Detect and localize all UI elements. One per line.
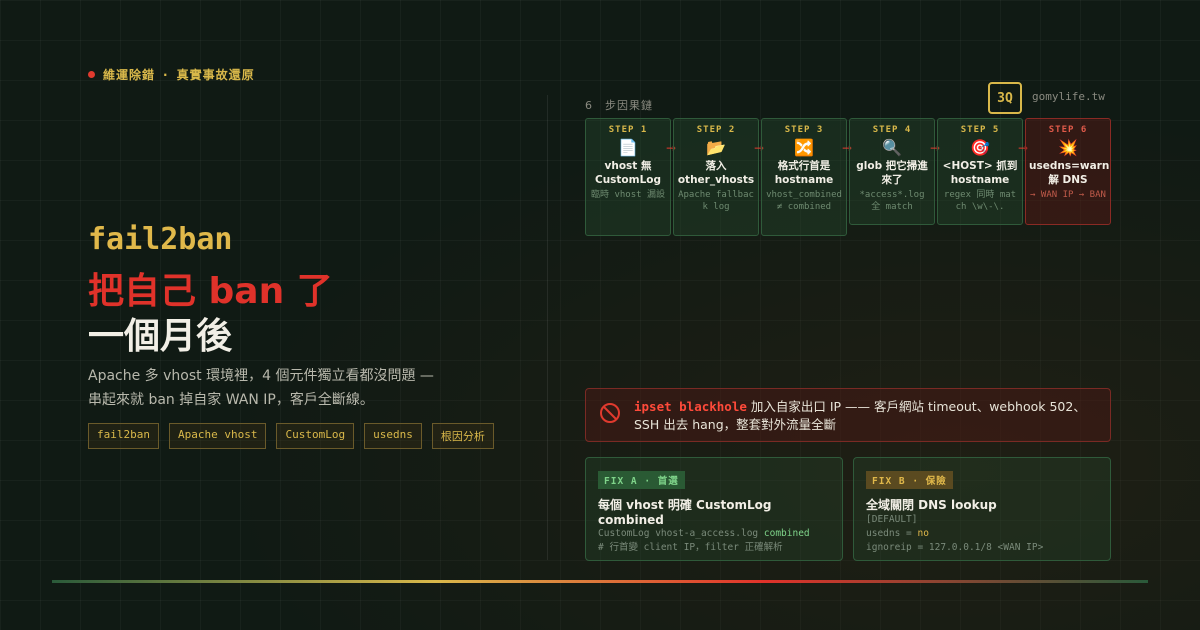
fix-a-code-line: CustomLog vhost-a_access.log combined — [598, 527, 830, 541]
fix-b-title: 全域關閉 DNS lookup — [866, 498, 997, 512]
title-line-3: 一個月後 — [88, 316, 233, 357]
steps-label: 6 步因果鏈 — [585, 99, 653, 112]
step-card-5: STEP 5 🎯 <HOST> 抓到 hostname regex 同時 mat… — [937, 118, 1023, 225]
fix-b-tag: FIX B · 保險 — [866, 471, 953, 489]
shuffle-icon: 🔀 — [794, 138, 814, 157]
red-dot-icon — [88, 71, 95, 78]
folder-icon: 📂 — [706, 138, 726, 157]
brand-site: gomylife.tw — [1032, 90, 1105, 103]
step-card-1: STEP 1 📄 vhost 無 CustomLog 臨時 vhost 漏設 — [585, 118, 671, 236]
step-subtitle: Apache fallback log — [678, 190, 754, 212]
step-title: 落入 other_vhosts — [677, 160, 755, 186]
bottom-gradient-bar — [52, 580, 1148, 583]
step-subtitle: → WAN IP → BAN — [1030, 190, 1106, 200]
code-highlight: combined — [763, 528, 810, 539]
fix-a-comment: # 行首變 client IP，filter 正確解析 — [598, 542, 783, 553]
eyebrow: 維運除錯 · 真實事故還原 — [88, 66, 255, 83]
step-title: <HOST> 抓到 hostname — [942, 160, 1018, 186]
step-subtitle: *access*.log 全 match — [859, 190, 925, 212]
step-number: STEP 6 — [1048, 125, 1088, 135]
document-icon: 📄 — [618, 138, 638, 157]
tag: fail2ban — [88, 423, 159, 449]
fix-b-code-line: usedns = no — [866, 527, 1098, 541]
step-number: STEP 1 — [608, 125, 648, 135]
hero-description: Apache 多 vhost 環境裡，4 個元件獨立看都沒問題 — 串起來就 b… — [88, 368, 434, 408]
fix-b-code-line: [DEFAULT] — [866, 514, 918, 525]
step-number: STEP 3 — [784, 125, 824, 135]
eyebrow-part2: 真實事故還原 — [176, 68, 255, 82]
step-title: glob 把它掃進來了 — [856, 160, 928, 186]
step-title: vhost 無 CustomLog — [594, 160, 662, 186]
tag: 根因分析 — [431, 423, 494, 449]
prohibited-icon — [600, 403, 620, 423]
tag: usedns — [364, 423, 422, 449]
step-card-4: STEP 4 🔍 glob 把它掃進來了 *access*.log 全 matc… — [849, 118, 935, 225]
step-subtitle: vhost_combined ≠ combined — [766, 190, 842, 212]
fix-b-card: FIX B · 保險 全域關閉 DNS lookup [DEFAULT] use… — [853, 457, 1111, 561]
step-number: STEP 5 — [960, 125, 1000, 135]
step-number: STEP 4 — [872, 125, 912, 135]
step-subtitle: regex 同時 match \w\-\. — [943, 190, 1017, 212]
step-number: STEP 2 — [696, 125, 736, 135]
brand-logo: 3Q — [988, 82, 1022, 114]
code-highlight: no — [917, 528, 929, 539]
fix-a-title: 每個 vhost 明確 CustomLog combined — [598, 498, 772, 527]
title-line-1: fail2ban — [88, 222, 233, 257]
code-text: usedns = — [866, 528, 918, 539]
explosion-icon: 💥 — [1058, 138, 1078, 157]
step-card-2: STEP 2 📂 落入 other_vhosts Apache fallback… — [673, 118, 759, 236]
fix-b-code-line: ignoreip = 127.0.0.1/8 <WAN IP> — [866, 542, 1044, 553]
step-title: 格式行首是 hostname — [774, 160, 834, 186]
divider — [547, 95, 548, 560]
magnifier-icon: 🔍 — [882, 138, 902, 157]
alert-text: ipset blackhole 加入自家出口 IP —— 客戶網站 timeou… — [634, 398, 1104, 434]
step-card-3: STEP 3 🔀 格式行首是 hostname vhost_combined ≠… — [761, 118, 847, 236]
eyebrow-sep: · — [163, 67, 169, 82]
tag-list: fail2ban Apache vhost CustomLog usedns 根… — [88, 423, 494, 449]
step-card-6: STEP 6 💥 usedns=warn 解 DNS → WAN IP → BA… — [1025, 118, 1111, 225]
tag: Apache vhost — [168, 423, 267, 449]
impact-alert: ipset blackhole 加入自家出口 IP —— 客戶網站 timeou… — [585, 388, 1111, 442]
fix-a-card: FIX A · 首選 每個 vhost 明確 CustomLog combine… — [585, 457, 843, 561]
code-text: CustomLog vhost-a_access.log — [598, 528, 764, 539]
eyebrow-part1: 維運除錯 — [103, 68, 156, 82]
target-icon: 🎯 — [970, 138, 990, 157]
alert-key: ipset blackhole — [634, 399, 747, 414]
step-title: usedns=warn 解 DNS — [1029, 160, 1110, 186]
tag: CustomLog — [276, 423, 355, 449]
fix-a-tag: FIX A · 首選 — [598, 471, 685, 489]
step-subtitle: 臨時 vhost 漏設 — [591, 190, 665, 200]
